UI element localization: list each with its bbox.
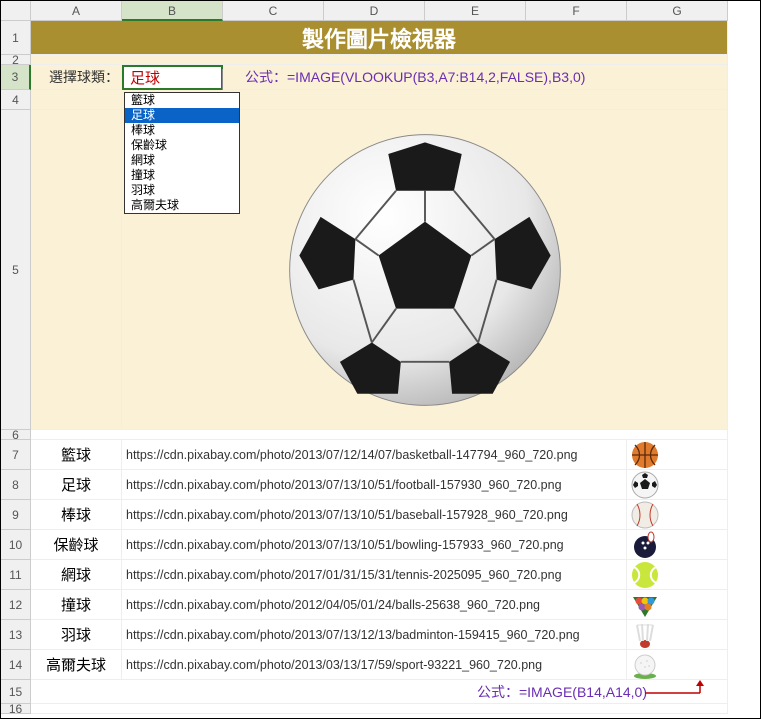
- table-row: 棒球https://cdn.pixabay.com/photo/2013/07/…: [31, 500, 760, 530]
- column-headers: A B C D E F G: [1, 1, 728, 21]
- row-header-1[interactable]: 1: [1, 21, 31, 55]
- row-header-11[interactable]: 11: [1, 560, 31, 590]
- grid-body: 製作圖片檢視器 選擇球類： 足球 籃球足球棒球保齡球網球撞球羽球高爾夫球 公式：…: [31, 21, 760, 714]
- selector-label: 選擇球類：: [31, 65, 122, 90]
- soccer-icon: [631, 471, 659, 499]
- row-header-8[interactable]: 8: [1, 470, 31, 500]
- basketball-icon: [631, 441, 659, 469]
- ball-icon-cell[interactable]: [627, 620, 728, 650]
- col-header-A[interactable]: A: [31, 1, 122, 21]
- dropdown-option[interactable]: 網球: [125, 153, 239, 168]
- badminton-icon: [631, 621, 659, 649]
- ball-icon-cell[interactable]: [627, 470, 728, 500]
- dropdown-option[interactable]: 撞球: [125, 168, 239, 183]
- url-cell[interactable]: https://cdn.pixabay.com/photo/2017/01/31…: [122, 560, 627, 590]
- url-cell[interactable]: https://cdn.pixabay.com/photo/2013/07/13…: [122, 500, 627, 530]
- table-row: 足球https://cdn.pixabay.com/photo/2013/07/…: [31, 470, 760, 500]
- url-cell[interactable]: https://cdn.pixabay.com/photo/2013/07/13…: [122, 620, 627, 650]
- row-header-5[interactable]: 5: [1, 110, 31, 430]
- row-header-10[interactable]: 10: [1, 530, 31, 560]
- ball-name-cell[interactable]: 籃球: [31, 440, 122, 470]
- ball-icon-cell[interactable]: [627, 560, 728, 590]
- row-header-14[interactable]: 14: [1, 650, 31, 680]
- select-all-corner[interactable]: [1, 1, 31, 21]
- ball-name-cell[interactable]: 羽球: [31, 620, 122, 650]
- ball-name-cell[interactable]: 足球: [31, 470, 122, 500]
- selected-value: 足球: [130, 67, 160, 88]
- row-header-16[interactable]: 16: [1, 704, 31, 714]
- row-header-12[interactable]: 12: [1, 590, 31, 620]
- spreadsheet: A B C D E F G 12345678910111213141516 製作…: [0, 0, 761, 719]
- dropdown-option[interactable]: 棒球: [125, 123, 239, 138]
- url-cell[interactable]: https://cdn.pixabay.com/photo/2013/07/13…: [122, 470, 627, 500]
- tennis-icon: [631, 561, 659, 589]
- row-headers: 12345678910111213141516: [1, 21, 31, 714]
- ball-icon-cell[interactable]: [627, 500, 728, 530]
- row-header-3[interactable]: 3: [1, 65, 31, 90]
- row-header-2[interactable]: 2: [1, 55, 31, 65]
- row-header-9[interactable]: 9: [1, 500, 31, 530]
- url-cell[interactable]: https://cdn.pixabay.com/photo/2013/03/13…: [122, 650, 627, 680]
- dropdown-option[interactable]: 足球: [125, 108, 239, 123]
- billiards-icon: [631, 591, 659, 619]
- col-header-D[interactable]: D: [324, 1, 425, 21]
- url-cell[interactable]: https://cdn.pixabay.com/photo/2012/04/05…: [122, 590, 627, 620]
- ball-icon-cell[interactable]: [627, 440, 728, 470]
- formula-text-row15: 公式：=IMAGE(B14,A14,0): [477, 682, 647, 702]
- row-header-13[interactable]: 13: [1, 620, 31, 650]
- bowling-icon: [631, 531, 659, 559]
- table-row: 網球https://cdn.pixabay.com/photo/2017/01/…: [31, 560, 760, 590]
- dropdown-option[interactable]: 保齡球: [125, 138, 239, 153]
- url-cell[interactable]: https://cdn.pixabay.com/photo/2013/07/13…: [122, 530, 627, 560]
- soccer-ball-image: [280, 125, 570, 415]
- row-16[interactable]: [31, 704, 728, 714]
- title-cell[interactable]: 製作圖片檢視器: [31, 21, 728, 55]
- dropdown-list[interactable]: 籃球足球棒球保齡球網球撞球羽球高爾夫球: [124, 92, 240, 214]
- cell-A4[interactable]: [31, 90, 122, 110]
- row-header-6[interactable]: 6: [1, 430, 31, 440]
- row-header-4[interactable]: 4: [1, 90, 31, 110]
- cell-A5[interactable]: [31, 110, 122, 430]
- ball-type-dropdown-cell[interactable]: 足球 籃球足球棒球保齡球網球撞球羽球高爾夫球: [122, 65, 223, 90]
- dropdown-option[interactable]: 高爾夫球: [125, 198, 239, 213]
- dropdown-option[interactable]: 籃球: [125, 93, 239, 108]
- table-row: 高爾夫球https://cdn.pixabay.com/photo/2013/0…: [31, 650, 760, 680]
- col-header-F[interactable]: F: [526, 1, 627, 21]
- row-15[interactable]: 公式：=IMAGE(B14,A14,0): [31, 680, 728, 704]
- ball-name-cell[interactable]: 棒球: [31, 500, 122, 530]
- row-header-15[interactable]: 15: [1, 680, 31, 704]
- golf-icon: [631, 651, 659, 679]
- ball-icon-cell[interactable]: [627, 650, 728, 680]
- formula-text-row3: 公式：=IMAGE(VLOOKUP(B3,A7:B14,2,FALSE),B3,…: [223, 65, 728, 90]
- ball-name-cell[interactable]: 撞球: [31, 590, 122, 620]
- col-header-C[interactable]: C: [223, 1, 324, 21]
- spacer-row-2: [31, 55, 728, 65]
- col-header-B[interactable]: B: [122, 1, 223, 21]
- table-row: 籃球https://cdn.pixabay.com/photo/2013/07/…: [31, 440, 760, 470]
- col-header-E[interactable]: E: [425, 1, 526, 21]
- arrow-icon: [645, 680, 715, 702]
- ball-icon-cell[interactable]: [627, 530, 728, 560]
- table-row: 保齡球https://cdn.pixabay.com/photo/2013/07…: [31, 530, 760, 560]
- url-cell[interactable]: https://cdn.pixabay.com/photo/2013/07/12…: [122, 440, 627, 470]
- row-header-7[interactable]: 7: [1, 440, 31, 470]
- col-header-G[interactable]: G: [627, 1, 728, 21]
- table-row: 羽球https://cdn.pixabay.com/photo/2013/07/…: [31, 620, 760, 650]
- ball-name-cell[interactable]: 網球: [31, 560, 122, 590]
- ball-name-cell[interactable]: 高爾夫球: [31, 650, 122, 680]
- ball-icon-cell[interactable]: [627, 590, 728, 620]
- ball-name-cell[interactable]: 保齡球: [31, 530, 122, 560]
- dropdown-option[interactable]: 羽球: [125, 183, 239, 198]
- table-row: 撞球https://cdn.pixabay.com/photo/2012/04/…: [31, 590, 760, 620]
- baseball-icon: [631, 501, 659, 529]
- spacer-row-6: [31, 430, 728, 440]
